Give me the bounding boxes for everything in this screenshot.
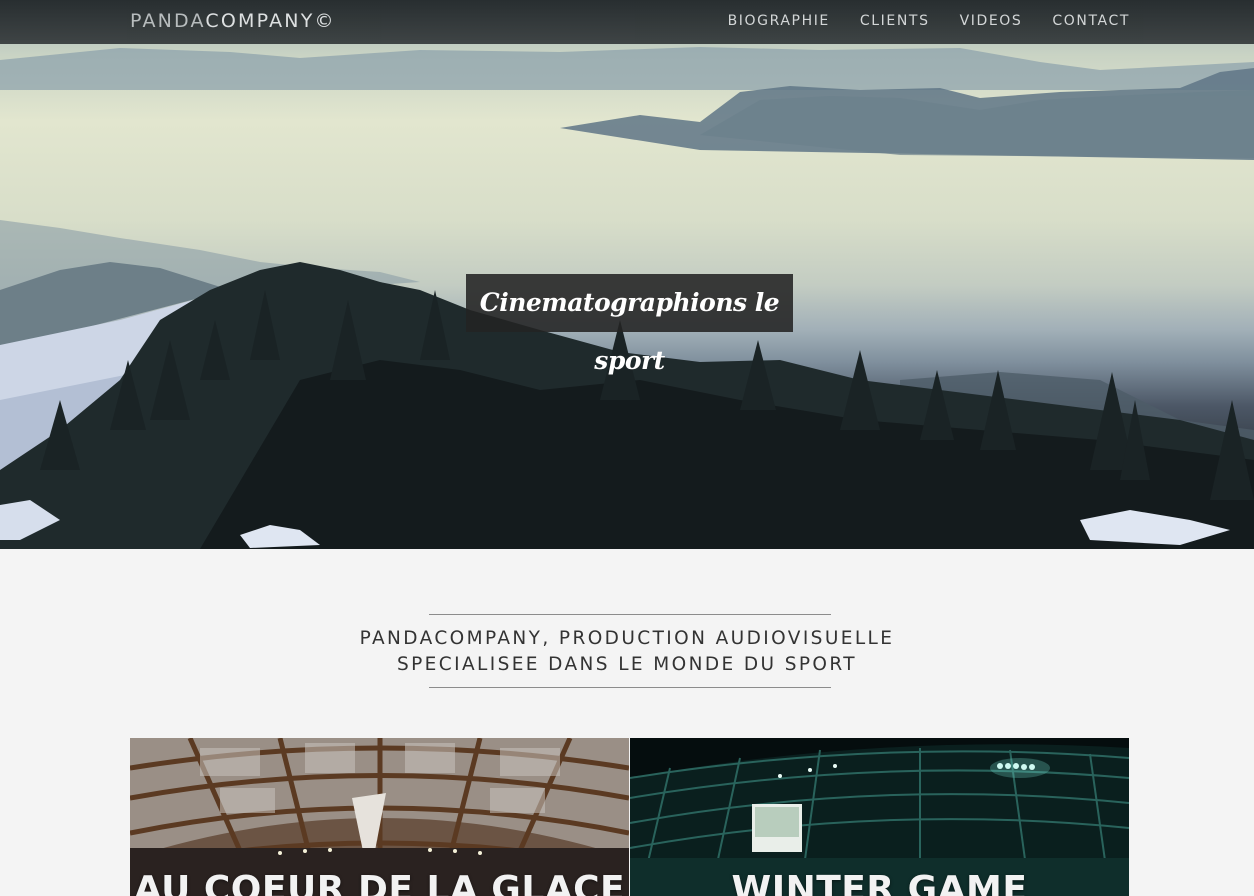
brand-logo-part-thin: PANDA [130,10,206,32]
nav-link-contact[interactable]: CONTACT [1052,13,1130,29]
video-card-ice[interactable]: AU COEUR DE LA GLACE [130,738,629,896]
hero-banner: Cinematographions le sport [0,0,1254,549]
top-navbar: PANDACOMPANY© BIOGRAPHIE CLIENTS VIDEOS … [0,0,1254,44]
brand-logo[interactable]: PANDACOMPANY© [130,10,336,32]
intro-divider-bottom [429,687,831,688]
main-menu: BIOGRAPHIE CLIENTS VIDEOS CONTACT [728,13,1130,29]
video-card-winter-game-title: WINTER GAME [731,869,1028,896]
nav-link-clients[interactable]: CLIENTS [860,13,930,29]
video-card-winter-game[interactable]: WINTER GAME [630,738,1129,896]
video-card-ice-title: AU COEUR DE LA GLACE [133,869,626,896]
intro-divider-top [429,614,831,615]
nav-link-videos[interactable]: VIDEOS [960,13,1023,29]
brand-logo-part-bold: COMPANY© [205,10,336,32]
hero-tagline: Cinematographions le sport [466,274,793,375]
intro-line-1: PANDACOMPANY, PRODUCTION AUDIOVISUELLE [359,628,895,649]
intro-heading: PANDACOMPANY, PRODUCTION AUDIOVISUELLE S… [300,626,954,678]
nav-link-biographie[interactable]: BIOGRAPHIE [728,13,830,29]
intro-line-2: SPECIALISEE DANS LE MONDE DU SPORT [396,654,857,675]
